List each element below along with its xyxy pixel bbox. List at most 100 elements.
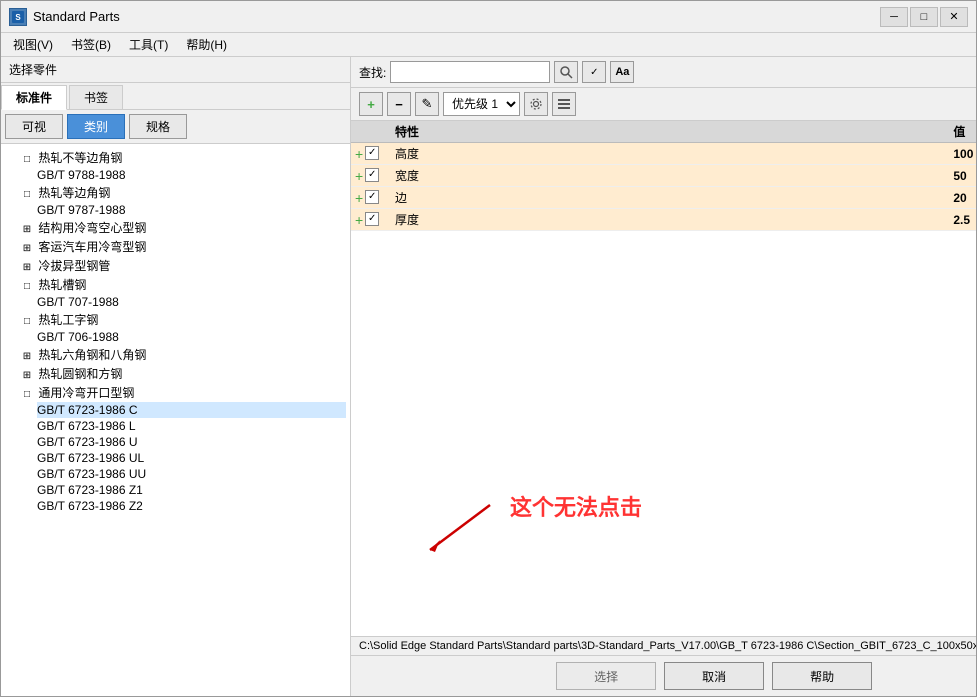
tree-expand-icon-6: ⊞ (21, 262, 33, 273)
search-row: 查找: ✓ Aa (351, 57, 976, 88)
tree-expand-icon-5: ⊞ (21, 243, 33, 254)
tree-item-11[interactable]: ⊞ 热轧六角钢和八角钢 (21, 345, 346, 364)
prop-name-2: 边 (395, 189, 953, 206)
main-window: S Standard Parts ─ □ ✕ 视图(V) 书签(B) 工具(T)… (0, 0, 977, 697)
prop-value-2: 20 (953, 191, 976, 205)
tree-item-10[interactable]: GB/T 706-1988 (37, 329, 346, 345)
tree-item-12[interactable]: ⊞ 热轧圆钢和方钢 (21, 364, 346, 383)
btn-category[interactable]: 类别 (67, 114, 125, 139)
title-bar: S Standard Parts ─ □ ✕ (1, 1, 976, 33)
tree-item-4[interactable]: ⊞ 结构用冷弯空心型钢 (21, 218, 346, 237)
properties-table: 特性 值 单位 + ✓ 高度 100 mm + (351, 121, 976, 636)
tree-item-1[interactable]: GB/T 9788-1988 (37, 167, 346, 183)
parts-tree[interactable]: □ 热轧不等边角钢 GB/T 9788-1988 □ 热轧等边角钢 GB/T 9… (1, 144, 350, 696)
search-aa-button[interactable]: Aa (610, 61, 634, 83)
tree-item-17[interactable]: GB/T 6723-1986 UL (37, 450, 346, 466)
filepath-bar: C:\Solid Edge Standard Parts\Standard pa… (351, 636, 976, 655)
list-button[interactable] (552, 92, 576, 116)
tree-item-15[interactable]: GB/T 6723-1986 L (37, 418, 346, 434)
prop-row-icons-0: + ✓ (355, 146, 395, 162)
help-button[interactable]: 帮助 (772, 662, 872, 690)
prop-check-icon-2: ✓ (365, 190, 379, 204)
prop-add-icon-3: + (355, 212, 363, 228)
prop-add-icon-2: + (355, 190, 363, 206)
view-buttons: 可视 类别 规格 (1, 110, 350, 144)
prop-row-icons-3: + ✓ (355, 212, 395, 228)
tree-item-3[interactable]: GB/T 9787-1988 (37, 202, 346, 218)
prop-add-icon-0: + (355, 146, 363, 162)
prop-check-icon-0: ✓ (365, 146, 379, 160)
select-button: 选择 (556, 662, 656, 690)
edit-property-button[interactable]: ✎ (415, 92, 439, 116)
tab-bookmark[interactable]: 书签 (69, 85, 123, 109)
tree-item-7[interactable]: □ 热轧槽钢 (21, 275, 346, 294)
prop-row-thickness[interactable]: + ✓ 厚度 2.5 mm (351, 209, 976, 231)
window-title: Standard Parts (33, 9, 880, 24)
prop-row-width[interactable]: + ✓ 宽度 50 mm (351, 165, 976, 187)
prop-col-icon-hdr (355, 123, 395, 140)
tree-expand-icon-4: ⊞ (21, 224, 33, 235)
tree-collapse-icon-2: □ (21, 189, 33, 200)
main-content: 选择零件 标准件 书签 可视 类别 规格 □ 热轧不等边角钢 GB/T 9788… (1, 57, 976, 696)
prop-row-edge[interactable]: + ✓ 边 20 mm (351, 187, 976, 209)
tree-item-20[interactable]: GB/T 6723-1986 Z2 (37, 498, 346, 514)
prop-hdr-val: 值 (953, 123, 976, 140)
settings-button[interactable] (524, 92, 548, 116)
tree-item-19[interactable]: GB/T 6723-1986 Z1 (37, 482, 346, 498)
search-magnify-button[interactable] (554, 61, 578, 83)
maximize-button[interactable]: □ (910, 7, 938, 27)
tree-expand-icon-12: ⊞ (21, 370, 33, 381)
prop-check-icon-1: ✓ (365, 168, 379, 182)
menu-help[interactable]: 帮助(H) (178, 34, 235, 55)
priority-select[interactable]: 优先级 1 (443, 92, 520, 116)
search-input[interactable] (390, 61, 550, 83)
prop-row-height[interactable]: + ✓ 高度 100 mm (351, 143, 976, 165)
prop-row-icons-1: + ✓ (355, 168, 395, 184)
left-tabs: 标准件 书签 (1, 83, 350, 110)
middle-panel: 查找: ✓ Aa + − ✎ 优先级 1 (351, 57, 976, 696)
add-property-button[interactable]: + (359, 92, 383, 116)
tree-collapse-icon-7: □ (21, 281, 33, 292)
btn-spec[interactable]: 规格 (129, 114, 187, 139)
prop-value-3: 2.5 (953, 213, 976, 227)
tree-collapse-icon-13: □ (21, 389, 33, 400)
tree-item-5[interactable]: ⊞ 客运汽车用冷弯型钢 (21, 237, 346, 256)
tree-expand-icon-11: ⊞ (21, 351, 33, 362)
tree-item-6[interactable]: ⊞ 冷拔异型钢管 (21, 256, 346, 275)
prop-name-3: 厚度 (395, 211, 953, 228)
menu-tools[interactable]: 工具(T) (121, 34, 176, 55)
remove-property-button[interactable]: − (387, 92, 411, 116)
tree-item-0[interactable]: □ 热轧不等边角钢 (21, 148, 346, 167)
tree-item-14[interactable]: GB/T 6723-1986 C (37, 402, 346, 418)
tab-standard[interactable]: 标准件 (1, 85, 67, 110)
prop-name-1: 宽度 (395, 167, 953, 184)
menu-view[interactable]: 视图(V) (5, 34, 61, 55)
minimize-button[interactable]: ─ (880, 7, 908, 27)
tree-item-16[interactable]: GB/T 6723-1986 U (37, 434, 346, 450)
bottom-buttons: 选择 取消 帮助 (351, 655, 976, 696)
prop-name-0: 高度 (395, 145, 953, 162)
tree-item-13[interactable]: □ 通用冷弯开口型钢 (21, 383, 346, 402)
tree-item-9[interactable]: □ 热轧工字钢 (21, 310, 346, 329)
menu-bookmark[interactable]: 书签(B) (63, 34, 119, 55)
btn-visible[interactable]: 可视 (5, 114, 63, 139)
tree-item-18[interactable]: GB/T 6723-1986 UU (37, 466, 346, 482)
close-button[interactable]: ✕ (940, 7, 968, 27)
prop-value-1: 50 (953, 169, 976, 183)
tree-item-2[interactable]: □ 热轧等边角钢 (21, 183, 346, 202)
left-panel: 选择零件 标准件 书签 可视 类别 规格 □ 热轧不等边角钢 GB/T 9788… (1, 57, 351, 696)
prop-header: 特性 值 单位 (351, 121, 976, 143)
tree-collapse-icon-0: □ (21, 154, 33, 165)
prop-row-icons-2: + ✓ (355, 190, 395, 206)
prop-value-0: 100 (953, 147, 976, 161)
prop-add-icon-1: + (355, 168, 363, 184)
tree-collapse-icon-9: □ (21, 316, 33, 327)
search-label: 查找: (359, 64, 386, 81)
cancel-button[interactable]: 取消 (664, 662, 764, 690)
prop-hdr-name: 特性 (395, 123, 953, 140)
tree-item-8[interactable]: GB/T 707-1988 (37, 294, 346, 310)
menu-bar: 视图(V) 书签(B) 工具(T) 帮助(H) (1, 33, 976, 57)
window-controls: ─ □ ✕ (880, 7, 968, 27)
select-part-header: 选择零件 (1, 57, 350, 83)
search-check-button[interactable]: ✓ (582, 61, 606, 83)
